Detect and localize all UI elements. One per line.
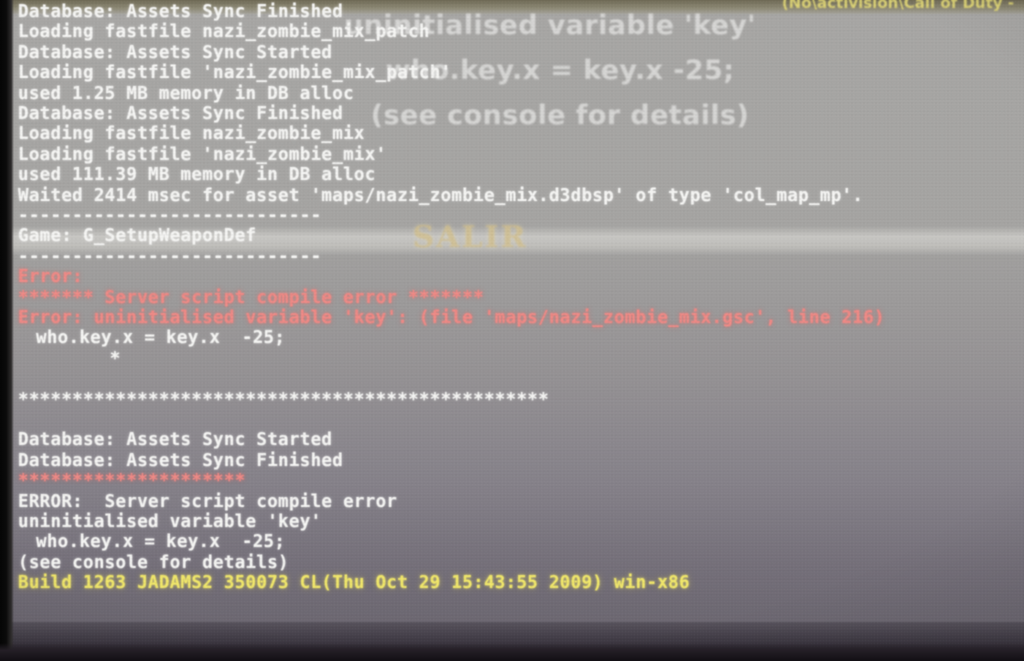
display-glow-band (0, 226, 1024, 256)
display-band-bottom (0, 622, 1024, 661)
game-console-screen: (No\activision\Call of Duty - uninitiali… (0, 0, 1024, 661)
display-band-middle (0, 232, 1024, 482)
display-band-top (0, 0, 1024, 14)
display-band-lower (0, 482, 1024, 632)
display-band-upper (0, 14, 1024, 232)
